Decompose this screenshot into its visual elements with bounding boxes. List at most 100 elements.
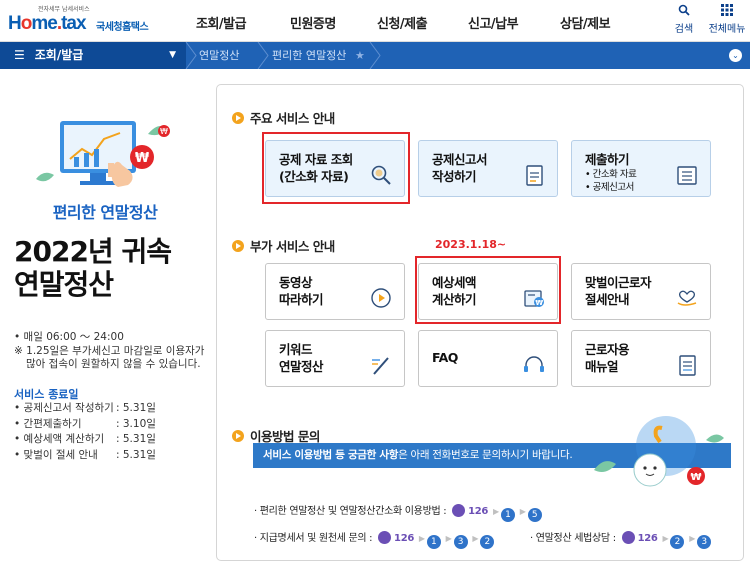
search-icon [664, 4, 704, 20]
logo-subtitle: 전자세무 납세서비스 [38, 6, 90, 13]
end-item-date: : 5.31일 [116, 448, 156, 461]
end-date-title: 서비스 종료일 [14, 388, 79, 401]
gnb-apply[interactable]: 신청/제출 [377, 13, 428, 32]
inquiry-line-label: · 편리한 연말정산 및 연말정산간소화 이용방법 : [254, 506, 447, 517]
end-date-list: • 공제신고서 작성하기: 5.31일 • 간편제출하기: 3.10일 • 예상… [14, 401, 156, 463]
end-item-name: • 예상세액 계산하기 [14, 433, 105, 445]
notice-text: ※ 1.25일은 부가세신고 마감일로 이용자가 많아 접속이 원할하지 않을 … [14, 345, 205, 370]
card-faq[interactable]: FAQ [418, 330, 558, 387]
favorite-star-icon[interactable]: ★ [355, 42, 365, 69]
phone-number: 126 [394, 533, 415, 544]
section-bullet-icon [232, 112, 244, 124]
end-item-name: • 공제신고서 작성하기 [14, 402, 114, 414]
end-item-date: : 3.10일 [116, 417, 156, 430]
highlight-box [415, 256, 561, 324]
all-menu-label: 전체메뉴 [708, 24, 746, 35]
arrow-icon: ▶ [689, 534, 696, 543]
end-item-date: : 5.31일 [116, 402, 156, 414]
highlight-box [262, 132, 410, 204]
breadcrumb-separator-icon [185, 42, 197, 69]
card-manual[interactable]: 근로자용 매뉴얼 [571, 330, 711, 387]
card-dual-income[interactable]: 맞벌이근로자 절세안내 [571, 263, 711, 320]
arrow-icon: ▶ [519, 507, 526, 516]
step-number: 1 [426, 535, 441, 549]
logo-wordmark: Home.tax [8, 13, 87, 34]
menu-dropdown-label: 조회/발급 [34, 48, 84, 62]
breadcrumb-current[interactable]: 편리한 연말정산 [272, 42, 346, 69]
play-icon [371, 288, 391, 308]
inquiry-line-1: · 편리한 연말정산 및 연말정산간소화 이용방법 : 126 ▶ 1 ▶ 5 [254, 502, 542, 522]
end-date-row: • 간편제출하기 : 3.10일 [14, 417, 156, 433]
phone-icon [378, 531, 392, 544]
big-title-line1: 2022년 귀속 [14, 235, 172, 268]
card-submit[interactable]: 제출하기 • 간소화 자료 • 공제신고서 [571, 140, 711, 197]
search-button[interactable]: 검색 [664, 4, 704, 35]
logo-korean: 국세청홈택스 [96, 22, 149, 33]
banner-bold-text: 서비스 이용방법 등 궁금한 사항 [263, 449, 399, 461]
card-write-declaration[interactable]: 공제신고서 작성하기 [418, 140, 558, 197]
dropdown-arrow-icon: ▼ [169, 50, 176, 60]
step-number: 3 [697, 535, 712, 549]
headset-icon [524, 356, 544, 372]
end-date-row: • 공제신고서 작성하기: 5.31일 [14, 401, 156, 417]
document-icon [526, 165, 543, 186]
submit-tray-icon [677, 166, 697, 185]
hometax-logo[interactable]: 전자세무 납세서비스 Home.tax 국세청홈택스 [8, 4, 150, 38]
arrow-icon: ▶ [662, 534, 669, 543]
hours-text: • 매일 06:00 ～ 24:00 [14, 331, 124, 343]
pencil-icon [372, 357, 389, 375]
arrow-icon: ▶ [418, 534, 425, 543]
heart-hand-icon [677, 290, 697, 306]
step-number: 2 [670, 535, 685, 549]
inquiry-line-2: · 지급명세서 및 원천세 문의 : 126 ▶ 1 ▶ 3 ▶ 2 [254, 529, 495, 549]
svg-text:₩: ₩ [135, 151, 150, 166]
section-main-title: 주요 서비스 안내 [250, 111, 335, 126]
search-label: 검색 [674, 24, 694, 35]
end-date-row: • 예상세액 계산하기 : 5.31일 [14, 432, 156, 448]
big-title: 2022년 귀속 연말정산 [14, 235, 172, 301]
left-title: 편리한 연말정산 [52, 203, 158, 222]
section-main-services: 주요 서비스 안내 [232, 108, 335, 127]
arrow-icon: ▶ [472, 534, 479, 543]
all-menu-button[interactable]: 전체메뉴 [705, 4, 749, 35]
section-extra-services: 부가 서비스 안내 [232, 236, 335, 255]
location-bar: ☰ 조회/발급 ▼ 연말정산 편리한 연말정산 ★ ⌄ [0, 42, 750, 69]
phone-character-illustration-icon: ₩ [594, 416, 724, 487]
card-keyword[interactable]: 키워드 연말정산 [265, 330, 405, 387]
end-item-date: : 5.31일 [116, 433, 156, 445]
breadcrumb-separator-icon [257, 42, 269, 69]
phone-icon [452, 504, 466, 517]
top-header: 전자세무 납세서비스 Home.tax 국세청홈택스 조회/발급 민원증명 신청… [0, 0, 750, 42]
card-video-guide[interactable]: 동영상 따라하기 [265, 263, 405, 320]
section-bullet-icon [232, 240, 244, 252]
service-hours: • 매일 06:00 ～ 24:00 ※ 1.25일은 부가세신고 마감일로 이… [14, 331, 210, 371]
step-number: 1 [500, 508, 515, 522]
left-intro: ₩ ₩ 편리한 연말정산 2022년 귀속 연말정산 • 매일 06:00 ～ … [0, 69, 210, 567]
gnb-consult[interactable]: 상담/제보 [560, 13, 611, 32]
end-item-name: • 간편제출하기 [14, 417, 82, 430]
breadcrumb-yearend[interactable]: 연말정산 [199, 42, 239, 69]
manual-icon [679, 355, 696, 376]
gnb-inquiry[interactable]: 조회/발급 [196, 13, 247, 32]
end-date-row: • 맞벌이 절세 안내 : 5.31일 [14, 448, 156, 464]
big-title-line2: 연말정산 [14, 268, 114, 301]
inquiry-line-label: · 연말정산 세법상담 : [530, 533, 616, 544]
step-number: 3 [453, 535, 468, 549]
section-inquiry-title: 이용방법 문의 [250, 429, 320, 444]
step-number: 2 [480, 535, 495, 549]
step-number: 5 [527, 508, 542, 522]
date-note: 2023.1.18~ [435, 238, 507, 251]
arrow-icon: ▶ [445, 534, 452, 543]
phone-number: 126 [468, 506, 489, 517]
section-extra-title: 부가 서비스 안내 [250, 239, 335, 254]
grid-icon [705, 4, 749, 20]
end-item-name: • 맞벌이 절세 안내 [14, 448, 98, 461]
section-bullet-icon [232, 430, 244, 442]
menu-dropdown[interactable]: ☰ 조회/발급 ▼ [0, 42, 186, 69]
gnb-report[interactable]: 신고/납부 [468, 13, 519, 32]
phone-number: 126 [637, 533, 658, 544]
expand-circle-icon[interactable]: ⌄ [729, 49, 742, 62]
gnb-civil[interactable]: 민원증명 [290, 13, 336, 32]
inquiry-line-3: · 연말정산 세법상담 : 126 ▶ 2 ▶ 3 [530, 529, 712, 549]
hamburger-icon: ☰ [14, 48, 25, 62]
